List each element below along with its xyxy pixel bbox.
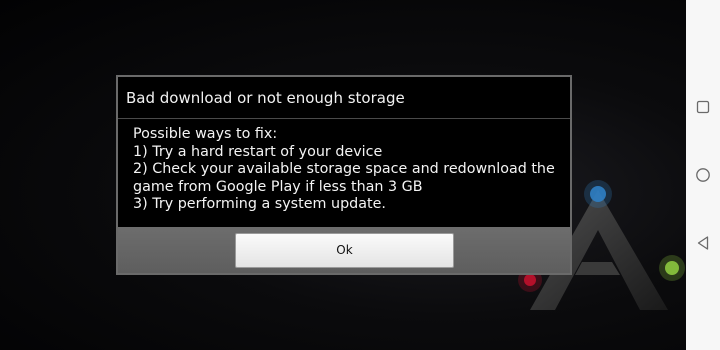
ok-button[interactable]: Ok <box>235 233 454 268</box>
message-line: Possible ways to fix: <box>133 126 278 142</box>
circle-icon <box>696 168 710 182</box>
triangle-back-icon <box>697 236 709 250</box>
home-button[interactable] <box>691 163 715 187</box>
square-icon <box>696 100 710 114</box>
recents-button[interactable] <box>691 95 715 119</box>
app-screen: Bad download or not enough storage Possi… <box>0 0 720 350</box>
back-button[interactable] <box>691 231 715 255</box>
message-line: game from Google Play if less than 3 GB <box>133 178 423 195</box>
message-line: 3) Try performing a system update. <box>133 196 386 213</box>
dialog-title: Bad download or not enough storage <box>118 77 570 119</box>
dialog-button-area: Ok <box>118 227 570 273</box>
message-line: 1) Try a hard restart of your device <box>133 143 383 160</box>
dialog-message: Possible ways to fix: 1) Try a hard rest… <box>133 126 563 214</box>
error-dialog: Bad download or not enough storage Possi… <box>116 75 572 275</box>
navigation-bar <box>686 0 720 350</box>
message-line: 2) Check your available storage space an… <box>133 161 555 178</box>
